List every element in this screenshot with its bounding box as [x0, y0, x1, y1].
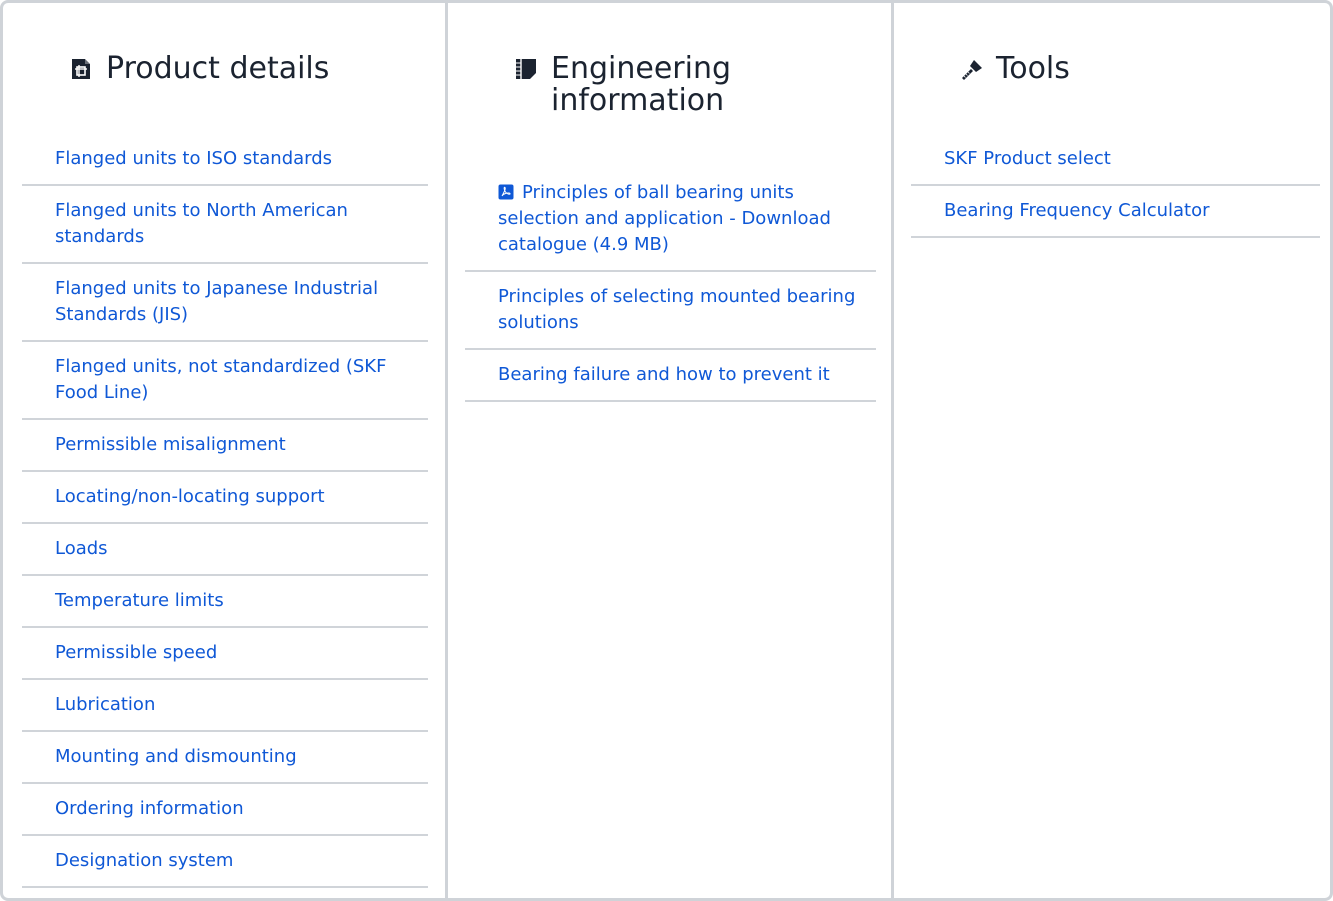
link[interactable]: Flanged units to ISO standards: [55, 148, 332, 169]
link[interactable]: Loads: [55, 538, 108, 559]
list-item[interactable]: Mounting and dismounting: [22, 732, 428, 784]
tools-heading: Tools: [960, 53, 1070, 85]
hammer-ruler-icon: [962, 60, 982, 80]
link[interactable]: SKF Product select: [944, 148, 1111, 169]
product-details-list: Flanged units to ISO standards Flanged u…: [22, 134, 428, 888]
column-title: Engineering information: [551, 51, 731, 118]
link[interactable]: Flanged units to Japanese Industrial Sta…: [55, 278, 378, 325]
link[interactable]: Bearing Frequency Calculator: [944, 200, 1210, 221]
link[interactable]: Locating/non-locating support: [55, 486, 325, 507]
document-grid-icon: [72, 59, 90, 79]
list-item[interactable]: Designation system: [22, 836, 428, 888]
link[interactable]: Principles of ball bearing units selecti…: [498, 182, 831, 255]
product-details-column: Product details Flanged units to ISO sta…: [3, 3, 445, 898]
pdf-icon: [498, 184, 514, 200]
list-item[interactable]: Flanged units, not standardized (SKF Foo…: [22, 342, 428, 420]
product-details-heading: Product details: [70, 53, 329, 85]
list-item[interactable]: Permissible misalignment: [22, 420, 428, 472]
list-item[interactable]: Principles of ball bearing units selecti…: [465, 168, 876, 272]
link[interactable]: Principles of selecting mounted bearing …: [498, 286, 855, 333]
list-item[interactable]: Bearing failure and how to prevent it: [465, 350, 876, 402]
list-item[interactable]: Locating/non-locating support: [22, 472, 428, 524]
link[interactable]: Lubrication: [55, 694, 155, 715]
list-item[interactable]: Permissible speed: [22, 628, 428, 680]
list-item[interactable]: Bearing Frequency Calculator: [911, 186, 1320, 238]
link[interactable]: Temperature limits: [55, 590, 224, 611]
link[interactable]: Flanged units, not standardized (SKF Foo…: [55, 356, 386, 403]
list-item[interactable]: Ordering information: [22, 784, 428, 836]
link[interactable]: Permissible speed: [55, 642, 217, 663]
tools-list: SKF Product select Bearing Frequency Cal…: [911, 134, 1320, 238]
list-item[interactable]: SKF Product select: [911, 134, 1320, 186]
link[interactable]: Bearing failure and how to prevent it: [498, 364, 830, 385]
list-item[interactable]: Flanged units to North American standard…: [22, 186, 428, 264]
list-item[interactable]: Flanged units to ISO standards: [22, 134, 428, 186]
link[interactable]: Designation system: [55, 850, 233, 871]
link[interactable]: Permissible misalignment: [55, 434, 286, 455]
list-item[interactable]: Flanged units to Japanese Industrial Sta…: [22, 264, 428, 342]
link[interactable]: Mounting and dismounting: [55, 746, 297, 767]
engineering-information-column: Engineering information Principles of ba…: [445, 3, 891, 898]
list-item[interactable]: Principles of selecting mounted bearing …: [465, 272, 876, 350]
list-item[interactable]: Loads: [22, 524, 428, 576]
tools-column: Tools SKF Product select Bearing Frequen…: [891, 3, 1333, 898]
ruled-notebook-icon: [516, 59, 536, 79]
list-item[interactable]: Lubrication: [22, 680, 428, 732]
link[interactable]: Ordering information: [55, 798, 244, 819]
column-title: Tools: [996, 51, 1070, 86]
link[interactable]: Flanged units to North American standard…: [55, 200, 348, 247]
content-panel: Product details Flanged units to ISO sta…: [0, 0, 1333, 901]
engineering-information-list: Principles of ball bearing units selecti…: [465, 168, 876, 402]
engineering-information-heading: Engineering information: [515, 53, 815, 117]
list-item[interactable]: Temperature limits: [22, 576, 428, 628]
column-title: Product details: [106, 51, 330, 86]
